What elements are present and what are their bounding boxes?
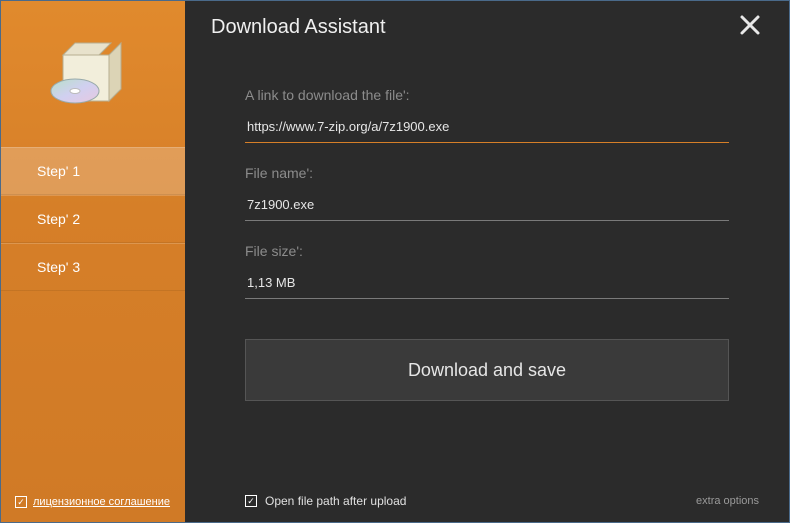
link-label: A link to download the file':: [245, 87, 729, 103]
step-2[interactable]: Step' 2: [1, 195, 185, 243]
step-3[interactable]: Step' 3: [1, 243, 185, 291]
close-icon: [739, 14, 761, 36]
step-label: Step' 1: [37, 163, 80, 179]
download-save-button[interactable]: Download and save: [245, 339, 729, 401]
download-button-label: Download and save: [408, 360, 566, 381]
sidebar: Step' 1 Step' 2 Step' 3 ✓ лицензионное с…: [1, 1, 185, 522]
extra-options-link[interactable]: extra options: [696, 495, 759, 507]
license-checkbox[interactable]: ✓: [15, 496, 27, 508]
step-label: Step' 3: [37, 259, 80, 275]
step-label: Step' 2: [37, 211, 80, 227]
filesize-field-group: File size':: [245, 243, 729, 299]
page-title: Download Assistant: [211, 16, 386, 39]
installer-icon: [43, 19, 143, 119]
step-1[interactable]: Step' 1: [1, 147, 185, 195]
app-window: Step' 1 Step' 2 Step' 3 ✓ лицензионное с…: [0, 0, 790, 523]
filesize-label: File size':: [245, 243, 729, 259]
filename-field-group: File name':: [245, 165, 729, 221]
link-input[interactable]: [245, 115, 729, 143]
steps-nav: Step' 1 Step' 2 Step' 3: [1, 147, 185, 291]
download-form: A link to download the file': File name'…: [185, 53, 789, 321]
main-panel: Download Assistant A link to download th…: [185, 1, 789, 522]
filename-label: File name':: [245, 165, 729, 181]
open-path-checkbox[interactable]: ✓: [245, 495, 257, 507]
open-path-label: Open file path after upload: [265, 494, 406, 508]
filename-input[interactable]: [245, 193, 729, 221]
sidebar-footer: ✓ лицензионное соглашение: [15, 496, 170, 508]
titlebar: Download Assistant: [185, 1, 789, 53]
open-path-group: ✓ Open file path after upload: [245, 494, 406, 508]
link-field-group: A link to download the file':: [245, 87, 729, 143]
bottom-bar: ✓ Open file path after upload extra opti…: [185, 494, 789, 508]
filesize-input[interactable]: [245, 271, 729, 299]
close-button[interactable]: [735, 10, 765, 45]
license-link[interactable]: лицензионное соглашение: [33, 496, 170, 508]
